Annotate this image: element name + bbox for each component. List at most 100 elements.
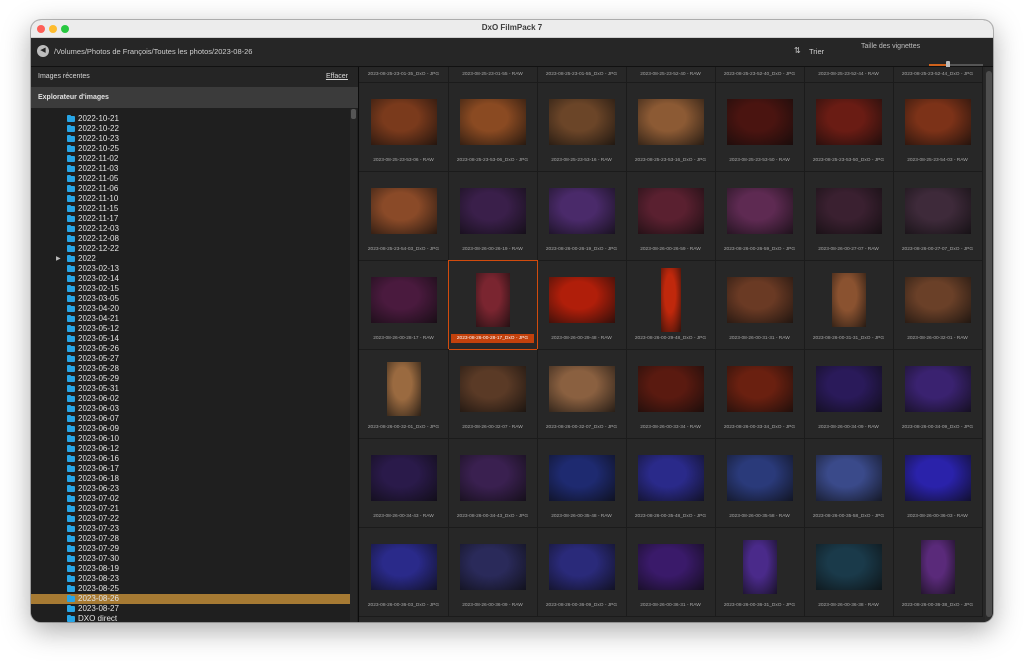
folder-item[interactable]: 2022-10-25 xyxy=(31,144,351,154)
thumbnail-cell[interactable]: 2023-08-26-00-32-01_DxO - JPG xyxy=(359,349,449,439)
folder-item[interactable]: 2023-08-19 xyxy=(31,564,351,574)
thumbnail-cell[interactable]: 2023-08-25-23-53-50 - RAW xyxy=(715,82,805,172)
photo-thumbnail[interactable] xyxy=(816,455,882,501)
folder-item[interactable]: 2023-05-12 xyxy=(31,324,351,334)
folder-tree-scrollbar[interactable] xyxy=(350,109,357,622)
folder-item[interactable]: 2023-05-29 xyxy=(31,374,351,384)
thumbnail-cell[interactable]: 2023-08-26-00-33-34 - RAW xyxy=(626,349,716,439)
thumbnail-cell[interactable]: 2023-08-26-00-34-43 - RAW xyxy=(359,438,449,528)
thumbnail-cell[interactable]: 2023-08-26-00-36-38 - RAW xyxy=(804,527,894,617)
thumbnail-cell[interactable]: 2023-08-26-00-36-38_DxO - JPG xyxy=(893,527,983,617)
thumbnail-cell[interactable]: 2023-08-26-00-36-03_DxO - JPG xyxy=(359,527,449,617)
photo-thumbnail[interactable] xyxy=(549,277,615,323)
thumbnail-cell[interactable]: 2023-08-26-00-33-34_DxO - JPG xyxy=(715,349,805,439)
folder-item[interactable]: 2023-07-28 xyxy=(31,534,351,544)
photo-thumbnail[interactable] xyxy=(638,99,704,145)
folder-item[interactable]: 2023-05-31 xyxy=(31,384,351,394)
folder-item[interactable]: 2023-08-27 xyxy=(31,604,351,614)
thumbnail-size-slider[interactable] xyxy=(929,61,983,69)
folder-item[interactable]: 2023-06-17 xyxy=(31,464,351,474)
photo-thumbnail[interactable] xyxy=(905,188,971,234)
thumbnail-cell[interactable]: 2023-08-25-23-53-16_DxO - JPG xyxy=(626,82,716,172)
photo-thumbnail[interactable] xyxy=(460,366,526,412)
thumbnail-cell[interactable]: 2023-08-26-00-26-59 - RAW xyxy=(626,171,716,261)
photo-thumbnail[interactable] xyxy=(727,455,793,501)
thumbnail-cell[interactable]: 2023-08-26-00-36-09_DxO - JPG xyxy=(537,527,627,617)
photo-thumbnail[interactable] xyxy=(476,273,510,327)
photo-thumbnail[interactable] xyxy=(638,544,704,590)
sort-arrows-icon[interactable]: ⇅ xyxy=(794,46,801,55)
folder-item[interactable]: 2023-02-15 xyxy=(31,284,351,294)
thumbnail-cell[interactable]: 2023-08-26-00-27-07 - RAW xyxy=(804,171,894,261)
photo-thumbnail[interactable] xyxy=(460,455,526,501)
thumbnail-cell[interactable]: 2023-08-26-00-35-48_DxO - JPG xyxy=(626,438,716,528)
photo-thumbnail[interactable] xyxy=(549,366,615,412)
folder-item[interactable]: 2023-02-14 xyxy=(31,274,351,284)
folder-item[interactable]: 2023-07-22 xyxy=(31,514,351,524)
photo-thumbnail[interactable] xyxy=(743,540,777,594)
thumbnail-cell[interactable]: 2023-08-25-23-54-03_DxO - JPG xyxy=(359,171,449,261)
photo-thumbnail[interactable] xyxy=(460,544,526,590)
photo-thumbnail[interactable] xyxy=(387,362,421,416)
photo-thumbnail[interactable] xyxy=(371,277,437,323)
folder-item[interactable]: 2022-11-15 xyxy=(31,204,351,214)
photo-thumbnail[interactable] xyxy=(816,366,882,412)
folder-item[interactable]: 2023-06-16 xyxy=(31,454,351,464)
photo-thumbnail[interactable] xyxy=(661,268,681,332)
thumbnail-grid-scrollbar[interactable] xyxy=(985,67,993,622)
photo-thumbnail[interactable] xyxy=(832,273,866,327)
thumbnail-cell[interactable]: 2023-08-26-00-28-17_DxO - JPG xyxy=(448,260,538,350)
folder-item[interactable]: 2023-05-28 xyxy=(31,364,351,374)
photo-thumbnail[interactable] xyxy=(816,99,882,145)
thumbnail-cell[interactable]: 2023-08-26-00-36-03 - RAW xyxy=(893,438,983,528)
folder-item[interactable]: 2023-05-26 xyxy=(31,344,351,354)
folder-item[interactable]: 2023-06-09 xyxy=(31,424,351,434)
photo-thumbnail[interactable] xyxy=(549,99,615,145)
photo-thumbnail[interactable] xyxy=(816,188,882,234)
photo-thumbnail[interactable] xyxy=(727,277,793,323)
thumbnail-cell[interactable]: 2023-08-26-00-28-17 - RAW xyxy=(359,260,449,350)
photo-thumbnail[interactable] xyxy=(638,366,704,412)
thumbnail-grid-scrollbar-thumb[interactable] xyxy=(986,71,992,617)
thumbnail-cell[interactable]: 2023-08-25-23-53-06 - RAW xyxy=(359,82,449,172)
folder-item[interactable]: 2022-11-10 xyxy=(31,194,351,204)
photo-thumbnail[interactable] xyxy=(816,544,882,590)
photo-thumbnail[interactable] xyxy=(727,366,793,412)
folder-item[interactable]: 2022-10-22 xyxy=(31,124,351,134)
folder-item[interactable]: 2022-11-06 xyxy=(31,184,351,194)
thumbnail-cell[interactable]: 2023-08-26-00-34-43_DxO - JPG xyxy=(448,438,538,528)
thumbnail-cell[interactable]: 2023-08-26-00-26-19_DxO - JPG xyxy=(537,171,627,261)
folder-item[interactable]: 2023-04-20 xyxy=(31,304,351,314)
photo-thumbnail[interactable] xyxy=(549,544,615,590)
thumbnail-cell[interactable]: 2023-08-26-00-29-48 - RAW xyxy=(537,260,627,350)
folder-item[interactable]: 2023-05-27 xyxy=(31,354,351,364)
folder-item[interactable]: 2022-10-21 xyxy=(31,114,351,124)
photo-thumbnail[interactable] xyxy=(905,277,971,323)
folder-item[interactable]: 2023-07-23 xyxy=(31,524,351,534)
folder-item[interactable]: 2022-11-03 xyxy=(31,164,351,174)
thumbnail-cell[interactable]: 2023-08-26-00-27-07_DxO - JPG xyxy=(893,171,983,261)
thumbnail-cell[interactable]: 2023-08-26-00-35-58 - RAW xyxy=(715,438,805,528)
folder-item[interactable]: 2023-06-03 xyxy=(31,404,351,414)
thumbnail-cell[interactable]: 2023-08-26-00-34-09 - RAW xyxy=(804,349,894,439)
folder-item[interactable]: 2023-06-12 xyxy=(31,444,351,454)
folder-item[interactable]: 2022-12-22 xyxy=(31,244,351,254)
folder-item[interactable]: 2023-02-13 xyxy=(31,264,351,274)
photo-thumbnail[interactable] xyxy=(638,188,704,234)
folder-item[interactable]: 2023-05-14 xyxy=(31,334,351,344)
folder-item[interactable]: 2023-07-21 xyxy=(31,504,351,514)
thumbnail-cell[interactable]: 2023-08-26-00-26-19 - RAW xyxy=(448,171,538,261)
thumbnail-cell[interactable]: 2023-08-26-00-32-07 - RAW xyxy=(448,349,538,439)
folder-item[interactable]: 2023-07-29 xyxy=(31,544,351,554)
folder-item[interactable]: 2022-11-02 xyxy=(31,154,351,164)
circle-arrow-left-icon[interactable]: ◀ xyxy=(37,45,49,57)
thumbnail-cell[interactable]: 2023-08-26-00-31-31_DxO - JPG xyxy=(804,260,894,350)
thumbnail-cell[interactable]: 2023-08-25-23-53-06_DxO - JPG xyxy=(448,82,538,172)
thumbnail-cell[interactable]: 2023-08-26-00-32-07_DxO - JPG xyxy=(537,349,627,439)
photo-thumbnail[interactable] xyxy=(549,188,615,234)
folder-item[interactable]: 2023-07-30 xyxy=(31,554,351,564)
folder-item[interactable]: 2022-12-08 xyxy=(31,234,351,244)
thumbnail-cell[interactable]: 2023-08-25-23-54-03 - RAW xyxy=(893,82,983,172)
folder-item[interactable]: 2022-10-23 xyxy=(31,134,351,144)
photo-thumbnail[interactable] xyxy=(549,455,615,501)
